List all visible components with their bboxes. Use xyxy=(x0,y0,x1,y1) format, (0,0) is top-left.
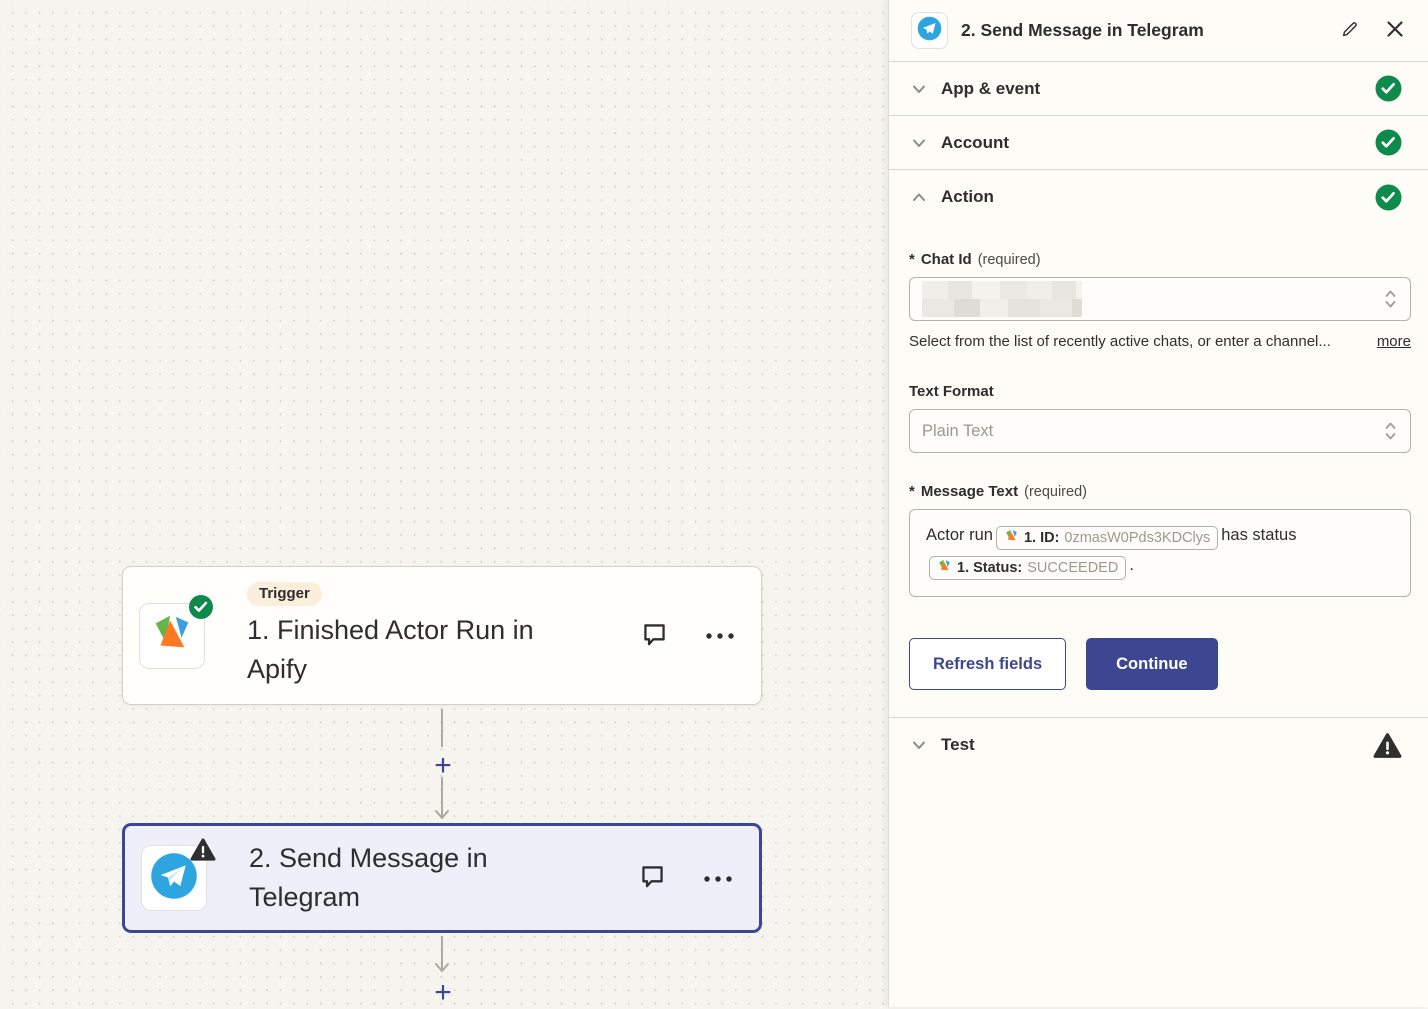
connector-arrow xyxy=(432,777,452,823)
close-panel-button[interactable] xyxy=(1386,20,1404,41)
trigger-badge: Trigger xyxy=(247,582,322,606)
token-value: 0zmasW0Pds3KDClys xyxy=(1064,528,1210,548)
warning-triangle-icon xyxy=(1373,732,1402,759)
required-mark: * xyxy=(909,251,915,268)
close-x-icon xyxy=(1386,20,1404,41)
telegram-app-tile xyxy=(141,845,207,911)
refresh-fields-button[interactable]: Refresh fields xyxy=(909,638,1066,690)
message-text-prefix: Actor run xyxy=(926,526,993,544)
action-form: * Chat Id (required) Select from the lis… xyxy=(889,224,1428,690)
section-test[interactable]: Test xyxy=(889,718,1428,772)
chat-id-helper-text: Select from the list of recently active … xyxy=(909,333,1331,350)
text-format-select[interactable]: Plain Text xyxy=(909,409,1411,453)
add-note-button[interactable] xyxy=(640,620,669,652)
check-circle-icon xyxy=(1375,129,1402,156)
section-app-and-event[interactable]: App & event xyxy=(889,62,1428,116)
combobox-caret-icon xyxy=(1383,288,1398,310)
apify-icon xyxy=(937,558,952,578)
step-menu-button[interactable] xyxy=(705,628,735,643)
step-warning-badge xyxy=(190,836,216,862)
add-step-button-bottom[interactable]: + xyxy=(434,978,452,1008)
chevron-down-icon xyxy=(911,81,927,97)
chevron-up-icon xyxy=(911,189,927,205)
continue-button[interactable]: Continue xyxy=(1086,638,1218,690)
message-text-input[interactable]: Actor run1. ID:0zmasW0Pds3KDClyshas stat… xyxy=(909,509,1411,597)
rename-step-button[interactable] xyxy=(1340,20,1359,42)
add-note-button[interactable] xyxy=(638,862,667,894)
edit-pencil-icon xyxy=(1340,20,1359,42)
section-label: Test xyxy=(941,735,975,755)
panel-header: 2. Send Message in Telegram xyxy=(889,0,1428,62)
section-label: Account xyxy=(941,133,1009,153)
step1-title: 1. Finished Actor Run in Apify xyxy=(247,611,599,689)
token-label: 1. ID: xyxy=(1024,528,1059,548)
workflow-canvas[interactable]: Trigger 1. Finished Actor Run in Apify xyxy=(0,0,889,1007)
chevron-down-icon xyxy=(911,737,927,753)
comment-bubble-icon xyxy=(640,620,669,652)
ellipsis-menu-icon xyxy=(705,628,735,643)
panel-title: 2. Send Message in Telegram xyxy=(961,20,1340,41)
field-token-id[interactable]: 1. ID:0zmasW0Pds3KDClys xyxy=(996,526,1218,550)
token-label: 1. Status: xyxy=(957,558,1022,578)
check-circle-icon xyxy=(1375,75,1402,102)
more-link[interactable]: more xyxy=(1377,333,1411,350)
message-text-label: Message Text xyxy=(921,483,1018,500)
required-mark: * xyxy=(909,483,915,500)
chat-id-label: Chat Id xyxy=(921,251,972,268)
apify-app-tile xyxy=(139,603,205,669)
section-label: Action xyxy=(941,187,994,207)
chat-id-redacted-value xyxy=(922,281,1082,317)
section-action[interactable]: Action xyxy=(889,170,1428,224)
text-format-label: Text Format xyxy=(909,383,994,400)
message-text-suffix: . xyxy=(1129,556,1134,574)
chat-id-combobox[interactable] xyxy=(909,277,1411,321)
telegram-app-tile-small xyxy=(911,12,948,49)
step2-title: 2. Send Message in Telegram xyxy=(249,839,601,917)
check-circle-icon xyxy=(1375,184,1402,211)
connector-line xyxy=(441,709,443,747)
section-label: App & event xyxy=(941,79,1040,99)
message-text-middle: has status xyxy=(1221,526,1296,544)
combobox-caret-icon xyxy=(1383,420,1398,442)
text-format-value: Plain Text xyxy=(922,422,993,441)
telegram-icon xyxy=(916,15,943,47)
step-success-badge xyxy=(188,594,214,620)
ellipsis-menu-icon xyxy=(703,871,733,886)
connector-arrow xyxy=(432,936,452,980)
message-text-required-note: (required) xyxy=(1024,484,1087,500)
step-card-trigger-apify[interactable]: Trigger 1. Finished Actor Run in Apify xyxy=(122,566,762,705)
step-settings-panel: 2. Send Message in Telegram xyxy=(888,0,1428,1007)
step-menu-button[interactable] xyxy=(703,871,733,886)
step-card-action-telegram[interactable]: 2. Send Message in Telegram xyxy=(122,823,762,933)
chevron-down-icon xyxy=(911,135,927,151)
token-value: SUCCEEDED xyxy=(1027,558,1118,578)
apify-icon xyxy=(1004,528,1019,548)
field-token-status[interactable]: 1. Status:SUCCEEDED xyxy=(929,556,1126,580)
comment-bubble-icon xyxy=(638,862,667,894)
chat-id-required-note: (required) xyxy=(978,252,1041,268)
section-account[interactable]: Account xyxy=(889,116,1428,170)
